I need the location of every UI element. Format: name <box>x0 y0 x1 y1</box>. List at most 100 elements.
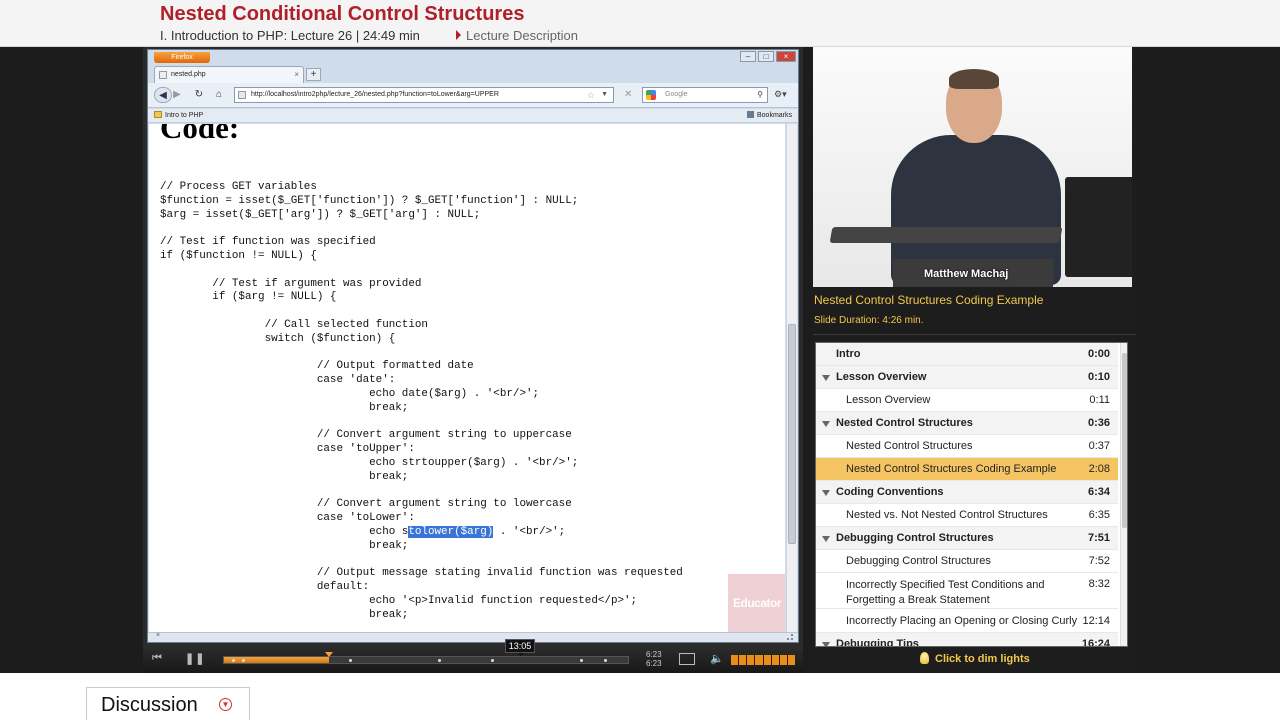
bookmarks-icon <box>746 111 754 118</box>
chevron-down-icon[interactable] <box>822 375 830 381</box>
page-scrollbar[interactable] <box>786 124 797 632</box>
progress-bar[interactable]: 13:05 <box>223 639 629 664</box>
toc-row[interactable]: Lesson Overview 0:10 <box>816 366 1118 389</box>
pause-icon[interactable]: ❚❚ <box>185 652 205 665</box>
triangle-right-icon <box>456 30 461 40</box>
forward-arrow-icon[interactable]: ▶ <box>168 87 186 103</box>
chevron-down-icon[interactable] <box>822 642 830 646</box>
chevron-down-icon[interactable] <box>822 490 830 496</box>
home-icon[interactable]: ⌂ <box>210 87 228 103</box>
resize-grip-icon[interactable] <box>787 634 793 640</box>
discussion-tab[interactable]: Discussion ▼ <box>86 687 250 720</box>
chapter-marker[interactable] <box>603 659 607 662</box>
tab-nested-php[interactable]: nested.php × <box>154 66 304 83</box>
dim-lights-button[interactable]: Click to dim lights <box>920 652 1030 665</box>
volume-icon[interactable]: 🔈 <box>710 652 724 665</box>
toc-row-time: 2:08 <box>1088 463 1110 475</box>
bookmark-folder-label: Intro to PHP <box>165 112 204 119</box>
chevron-down-icon[interactable]: ▼ <box>219 698 232 711</box>
toc-row[interactable]: Intro 0:00 <box>816 343 1118 366</box>
lecture-description-link[interactable]: Lecture Description <box>456 28 578 43</box>
close-icon[interactable]: × <box>776 51 796 62</box>
lecture-title: Nested Conditional Control Structures <box>160 3 525 25</box>
time-tooltip: 13:05 <box>505 639 535 656</box>
educator-watermark: Educator <box>728 574 785 632</box>
firefox-menu-button[interactable]: Firefox <box>154 52 210 63</box>
previous-icon[interactable]: ⏮ <box>152 652 162 665</box>
code-selection: tolower($arg) <box>408 525 494 538</box>
bookmarks-menu-button[interactable]: Bookmarks <box>746 109 792 123</box>
toc-row[interactable]: Nested Control Structures 0:37 <box>816 435 1118 458</box>
toc-row-label: Lesson Overview <box>846 394 931 406</box>
new-tab-button[interactable]: + <box>306 68 321 81</box>
chevron-down-icon[interactable] <box>822 421 830 427</box>
toc-row-time: 7:52 <box>1088 555 1110 567</box>
presenter-video: Matthew Machaj <box>813 47 1132 287</box>
toc-row-time: 0:37 <box>1088 440 1110 452</box>
bookmarks-toolbar: Intro to PHP Bookmarks <box>148 109 798 123</box>
toc-row[interactable]: Incorrectly Placing an Opening or Closin… <box>816 610 1118 633</box>
page-content: Code: // Process GET variables $function… <box>149 124 785 632</box>
page-favicon-icon <box>159 71 167 79</box>
progress-fill <box>224 657 330 663</box>
toc-row[interactable]: Debugging Control Structures 7:51 <box>816 527 1118 550</box>
chapter-marker[interactable] <box>349 659 353 662</box>
toc-row[interactable]: Debugging Tips 16:24 <box>816 633 1118 646</box>
toc-row[interactable]: Nested Control Structures 0:36 <box>816 412 1118 435</box>
reload-icon[interactable]: ↻ <box>190 87 208 103</box>
chapter-marker[interactable] <box>438 659 442 662</box>
search-input[interactable]: Google ⚲ <box>642 87 768 103</box>
code-listing: // Process GET variables $function = iss… <box>160 181 683 623</box>
table-of-contents: Intro 0:00 Lesson Overview 0:10 Lesson Overv… <box>815 342 1128 647</box>
lecture-description-label: Lecture Description <box>466 28 578 43</box>
toc-scrollbar[interactable] <box>1120 343 1127 646</box>
player-controls: ⏮ ❚❚ 13:05 6:23 6:23 🔈 <box>143 639 803 673</box>
slide-duration: Slide Duration: 4:26 min. <box>814 315 924 326</box>
toc-row[interactable]: Nested Control Structures Coding Example… <box>816 458 1118 481</box>
divider <box>813 334 1136 335</box>
toc-row-label: Debugging Control Structures <box>846 555 991 567</box>
scrollbar-thumb[interactable] <box>788 324 796 544</box>
light-bulb-icon <box>920 652 929 664</box>
toc-row-label: Nested Control Structures <box>846 440 973 452</box>
toc-scrollbar-thumb[interactable] <box>1122 353 1127 528</box>
toc-row[interactable]: Debugging Control Structures 7:52 <box>816 550 1118 573</box>
toc-row-time: 0:00 <box>1087 348 1110 360</box>
toc-row-label: Nested Control Structures Coding Example <box>846 463 1057 475</box>
toc-row[interactable]: Coding Conventions 6:34 <box>816 481 1118 504</box>
chapter-marker[interactable] <box>579 659 583 662</box>
screen-mode-icon[interactable] <box>679 653 695 665</box>
bookmark-star-icon[interactable]: ☆ <box>587 88 595 102</box>
chevron-down-icon[interactable] <box>822 536 830 542</box>
toc-row-time: 0:11 <box>1089 394 1110 406</box>
chapter-marker[interactable] <box>490 659 494 662</box>
site-identity-icon <box>238 91 246 99</box>
toc-row-label: Incorrectly Placing an Opening or Closin… <box>846 615 1078 627</box>
window-controls: – □ × <box>740 51 796 62</box>
toc-row-time: 8:32 <box>1088 578 1110 590</box>
volume-slider[interactable] <box>731 655 795 665</box>
stop-icon[interactable]: ✕ <box>624 89 632 100</box>
presenter-name: Matthew Machaj <box>924 268 1009 280</box>
playhead-marker[interactable] <box>325 652 334 657</box>
bookmark-folder-intro-php[interactable]: Intro to PHP <box>154 109 203 123</box>
toc-row-time: 0:36 <box>1087 417 1110 429</box>
chevron-down-icon[interactable]: ▼ <box>601 88 608 102</box>
navigation-toolbar: ◀ ▶ ↻ ⌂ http://localhost/intro2php/lectu… <box>148 83 798 108</box>
toc-row-label: Debugging Control Structures <box>836 532 994 544</box>
folder-icon <box>154 111 162 118</box>
search-icon[interactable]: ⚲ <box>757 88 763 102</box>
tab-close-icon[interactable]: × <box>294 70 299 79</box>
close-addon-bar-icon[interactable]: × <box>156 632 160 639</box>
browser-window: Firefox – □ × nested.php × + ◀ ▶ ↻ ⌂ htt… <box>147 49 799 643</box>
google-icon <box>646 90 656 100</box>
address-bar[interactable]: http://localhost/intro2php/lecture_26/ne… <box>234 87 614 103</box>
toc-row[interactable]: Nested vs. Not Nested Control Structures… <box>816 504 1118 527</box>
menu-icon[interactable]: ⚙▾ <box>774 89 787 100</box>
toc-row[interactable]: Lesson Overview 0:11 <box>816 389 1118 412</box>
lecture-subtitle: I. Introduction to PHP: Lecture 26 | 24:… <box>160 28 420 43</box>
maximize-icon[interactable]: □ <box>758 51 774 62</box>
minimize-icon[interactable]: – <box>740 51 756 62</box>
current-time: 6:23 <box>646 650 662 659</box>
toc-row[interactable]: Incorrectly Specified Test Conditions an… <box>816 573 1118 609</box>
